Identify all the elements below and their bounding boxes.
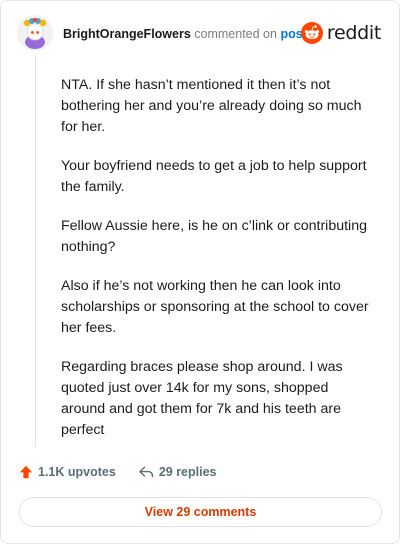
reddit-wordmark: reddit xyxy=(326,22,381,44)
comment-paragraph: Fellow Aussie here, is he on c’link or c… xyxy=(61,218,367,255)
thread-line xyxy=(35,55,36,447)
comment-paragraph: NTA. If she hasn’t mentioned it then it’… xyxy=(61,77,362,135)
user-avatar-icon[interactable] xyxy=(17,15,53,51)
comment-paragraph: Regarding braces please shop around. I w… xyxy=(61,359,343,438)
upvote-count: 1.1K upvotes xyxy=(38,465,116,479)
replies-button[interactable]: 29 replies xyxy=(138,465,217,479)
reddit-logo[interactable]: reddit xyxy=(300,21,381,45)
comment-meta: BrightOrangeFlowers commented on post xyxy=(63,26,307,42)
comment-body: NTA. If she hasn’t mentioned it then it’… xyxy=(61,75,376,459)
comment-card: BrightOrangeFlowers commented on post re… xyxy=(0,0,400,544)
comment-actions: 1.1K upvotes 29 replies xyxy=(19,461,217,483)
comment-paragraph: Your boyfriend needs to get a job to hel… xyxy=(61,158,367,195)
comment-paragraph: Also if he’s not working then he can loo… xyxy=(61,278,369,336)
reply-count: 29 replies xyxy=(158,465,217,479)
commented-on-text: commented on xyxy=(194,27,277,41)
view-comments-button[interactable]: View 29 comments xyxy=(19,497,382,527)
reply-arrow-icon xyxy=(139,466,154,478)
upvote-button[interactable]: 1.1K upvotes xyxy=(19,465,116,479)
reddit-snoo-icon xyxy=(300,22,323,44)
upvote-arrow-icon xyxy=(19,465,33,479)
username-link[interactable]: BrightOrangeFlowers xyxy=(63,27,191,41)
comment-header: BrightOrangeFlowers commented on post re… xyxy=(17,15,385,51)
